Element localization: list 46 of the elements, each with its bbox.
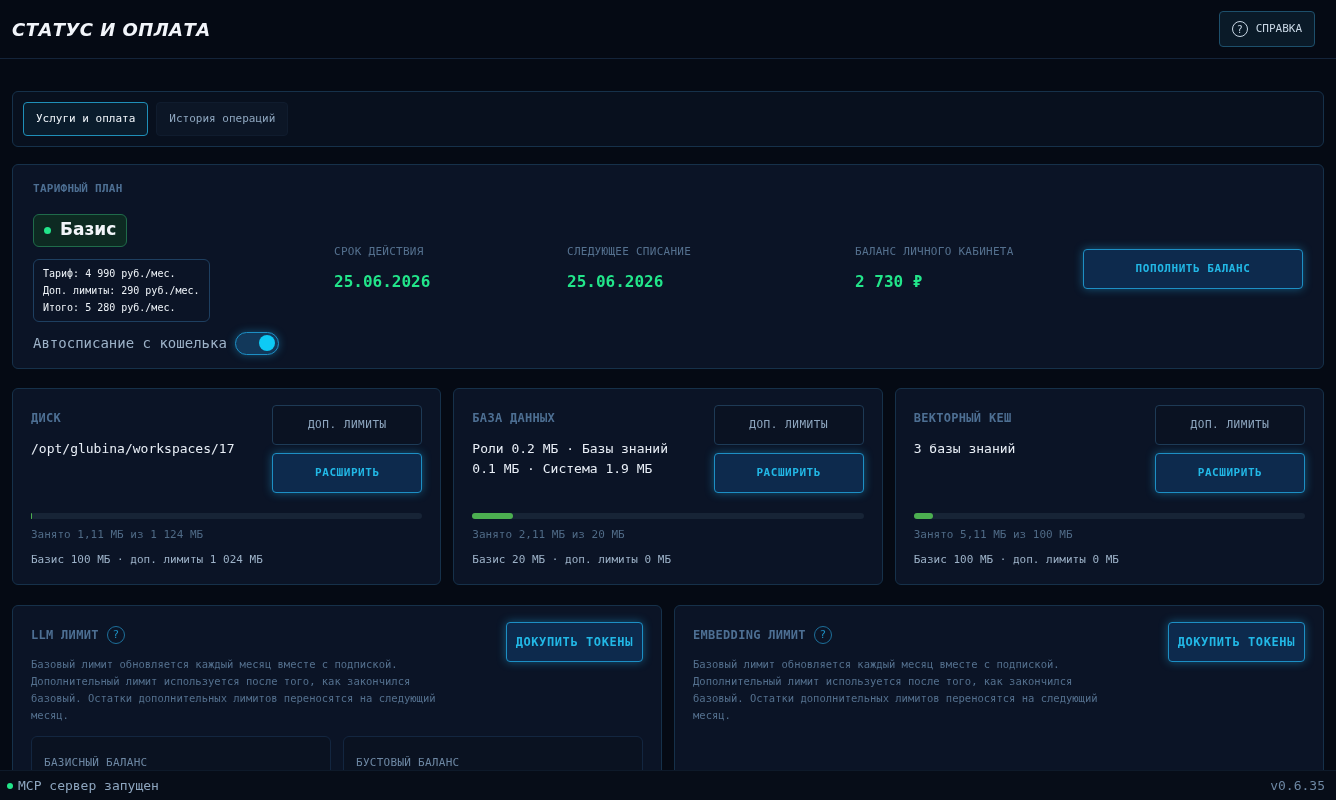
stat-label: СЛЕДУЮЩЕЕ СПИСАНИЕ (567, 244, 693, 261)
usage-text: Занято 2,11 МБ из 20 МБ (472, 527, 626, 543)
limit-title: LLM ЛИМИТ (31, 627, 99, 644)
card-detail: 3 базы знаний (913, 440, 1017, 458)
limit-title: EMBEDDING ЛИМИТ (693, 627, 806, 644)
price-line: Доп. лимиты: 290 руб./мес. (43, 283, 200, 298)
page-title: СТАТУС И ОПЛАТА (12, 17, 211, 42)
card-title: ВЕКТОРНЫЙ КЕШ (913, 409, 1013, 427)
tab[interactable]: История операций (156, 102, 289, 136)
buy-tokens-button[interactable]: ДОКУПИТЬ ТОКЕНЫ (505, 622, 643, 662)
server-status: MCP сервер запущен (18, 776, 159, 795)
card-title: ДИСК (31, 410, 63, 427)
tab[interactable]: Услуги и оплата (23, 102, 149, 136)
balance-title: БАЗИСНЫЙ БАЛАНС (44, 756, 148, 769)
price-line: Тариф: 4 990 руб./мес. (43, 266, 177, 281)
plan-name: Базис (60, 218, 117, 242)
extra-limits-button[interactable]: ДОП. ЛИМИТЫ (713, 405, 864, 445)
card-detail: /opt/glubina/workspaces/17 (31, 440, 236, 458)
help-button[interactable]: ? СПРАВКА (1218, 11, 1315, 47)
stat-label: БАЛАНС ЛИЧНОГО КАБИНЕТА (855, 244, 1015, 261)
balance-title: БУСТОВЫЙ БАЛАНС (356, 756, 460, 769)
buy-tokens-button[interactable]: ДОКУПИТЬ ТОКЕНЫ (1167, 622, 1305, 662)
version-label: v0.6.35 (1270, 776, 1325, 795)
autopay-toggle[interactable] (234, 331, 279, 355)
expand-button[interactable]: РАСШИРИТЬ (1155, 453, 1305, 493)
section-label: ТАРИФНЫЙ ПЛАН (33, 181, 124, 197)
extra-limits-button[interactable]: ДОП. ЛИМИТЫ (272, 405, 423, 445)
card-detail: Роли 0.2 МБ · Базы знаний 0.1 МБ · Система 1.9 МБ (472, 440, 669, 478)
top-up-button[interactable]: ПОПОЛНИТЬ БАЛАНС (1083, 249, 1303, 289)
stat-value: 25.06.2026 (334, 270, 432, 293)
autopay-label: Автосписание с кошелька (33, 333, 227, 353)
stat-value: 2 730 ₽ (855, 270, 924, 293)
expand-button[interactable]: РАСШИРИТЬ (713, 453, 864, 493)
price-line: Итого: 5 280 руб./мес. (43, 300, 177, 315)
card-title: БАЗА ДАННЫХ (472, 410, 557, 427)
limit-description: Базовый лимит обновляется каждый месяц вместе с подпиской. Дополнительный лимит используется после того, как закончился базовый. Остатки дополнительных лимитов переносятся на следующий месяц. (31, 657, 437, 723)
usage-text: Занято 1,11 МБ из 1 124 МБ (31, 527, 205, 543)
quota-text: Базис 100 МБ · доп. лимиты 0 МБ (913, 551, 1120, 568)
quota-text: Базис 100 МБ · доп. лимиты 1 024 МБ (31, 551, 264, 568)
stat-label: СРОК ДЕЙСТВИЯ (334, 244, 425, 261)
expand-button[interactable]: РАСШИРИТЬ (272, 453, 423, 493)
stat-value: 25.06.2026 (567, 270, 665, 293)
limit-description: Базовый лимит обновляется каждый месяц вместе с подпиской. Дополнительный лимит используется после того, как закончился базовый. Остатки дополнительных лимитов переносятся на следующий месяц. (693, 657, 1099, 723)
extra-limits-button[interactable]: ДОП. ЛИМИТЫ (1155, 405, 1305, 445)
quota-text: Базис 20 МБ · доп. лимиты 0 МБ (472, 551, 672, 568)
usage-text: Занято 5,11 МБ из 100 МБ (913, 527, 1074, 543)
